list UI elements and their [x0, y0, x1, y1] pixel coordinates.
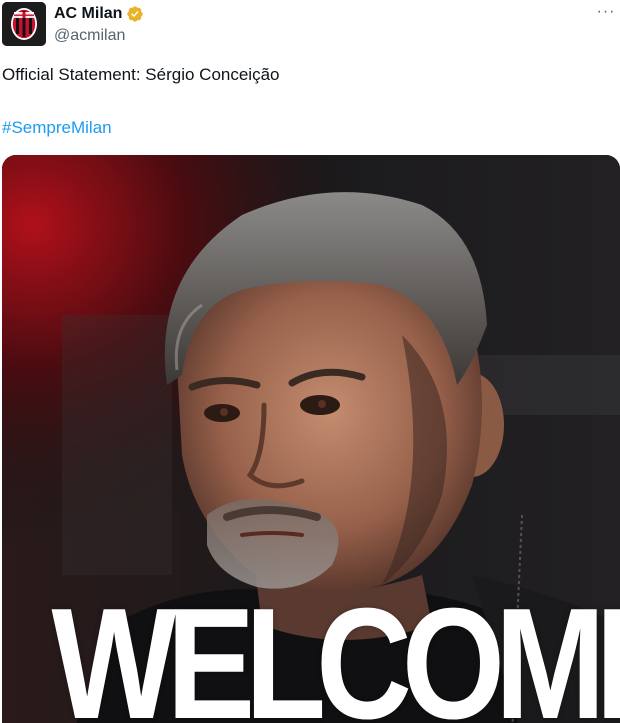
ac-milan-crest-icon: [2, 2, 46, 46]
author-name-row[interactable]: AC Milan: [54, 4, 144, 24]
author-display-name[interactable]: AC Milan: [54, 4, 122, 24]
welcome-overlay-text: WELCOME: [51, 576, 620, 723]
tweet-media-image[interactable]: WELCOME: [2, 155, 620, 723]
more-options-button[interactable]: ···: [594, 0, 618, 24]
tweet-header: AC Milan @acmilan ···: [0, 0, 620, 54]
tweet-text: Official Statement: Sérgio Conceição: [2, 65, 280, 84]
gold-verified-badge-icon: [126, 5, 144, 23]
more-dots-icon: ···: [596, 3, 616, 20]
author-handle[interactable]: @acmilan: [54, 26, 125, 46]
hashtag-link[interactable]: #SempreMilan: [2, 117, 112, 139]
tweet[interactable]: AC Milan @acmilan ··· Official Statement…: [0, 0, 620, 723]
avatar[interactable]: [2, 2, 46, 46]
